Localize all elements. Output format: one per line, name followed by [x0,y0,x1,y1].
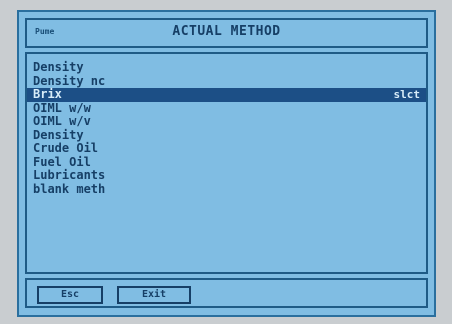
list-item-oiml-wv[interactable]: OIML w/v [27,114,426,129]
list-item-blank-meth[interactable]: blank meth [27,181,426,197]
list-item-density-2[interactable]: Density [27,127,426,143]
list-item-lubricants[interactable]: Lubricants [27,168,426,183]
list-item-label: Lubricants [33,168,106,182]
list-item-density[interactable]: Density [27,60,426,75]
list-item-label: blank meth [33,181,106,196]
list-item-label: Fuel Oil [33,154,91,169]
list-item-density-nc[interactable]: Density nc [27,73,426,89]
list-item-label: Brix [33,87,62,101]
list-item-label: Crude Oil [33,141,99,155]
list-item-label: Density nc [33,73,106,88]
list-item-fuel-oil[interactable]: Fuel Oil [27,154,426,170]
exit-button[interactable]: Exit [117,286,191,304]
footer-bar: Esc Exit [25,278,428,308]
device-screen: Pume ACTUAL METHOD Density Density nc Br… [17,10,436,317]
selected-tag: slct [393,88,421,101]
list-item-label: OIML w/w [33,100,91,115]
page-title: ACTUAL METHOD [172,24,281,39]
list-item-label: OIML w/v [33,114,91,128]
list-item-brix[interactable]: Brix slct [27,87,426,102]
list-item-crude-oil[interactable]: Crude Oil [27,141,426,156]
esc-button[interactable]: Esc [37,286,103,304]
list-item-oiml-ww[interactable]: OIML w/w [27,100,426,116]
header-bar: Pume ACTUAL METHOD [25,18,428,48]
list-item-label: Density [33,127,84,142]
method-list: Density Density nc Brix slct OIML w/w OI… [25,52,428,274]
list-item-label: Density [33,60,84,74]
